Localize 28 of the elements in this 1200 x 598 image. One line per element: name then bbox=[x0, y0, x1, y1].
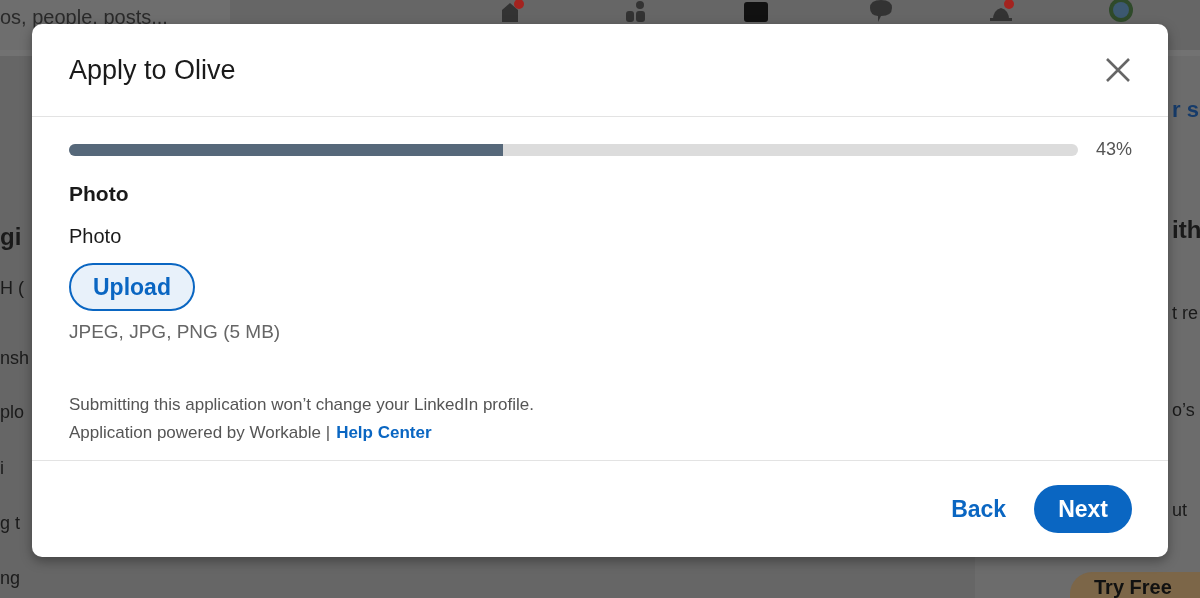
file-hint: JPEG, JPG, PNG (5 MB) bbox=[69, 321, 281, 343]
upload-button[interactable]: Upload bbox=[69, 263, 195, 311]
next-button[interactable]: Next bbox=[1034, 485, 1132, 533]
back-button[interactable]: Back bbox=[947, 485, 1011, 533]
page-text: ut bbox=[1172, 499, 1187, 522]
progress-percent: 43% bbox=[1095, 139, 1132, 160]
chat-icon[interactable] bbox=[868, 0, 894, 22]
help-center-link[interactable]: Help Center bbox=[336, 423, 432, 443]
field-label: Photo bbox=[69, 225, 122, 248]
section-title: Photo bbox=[69, 182, 129, 206]
page-text: plo bbox=[0, 401, 26, 424]
bell-icon[interactable] bbox=[988, 0, 1014, 22]
page-text: ng bbox=[0, 567, 22, 590]
powered-by-text: Application powered by Workable | bbox=[69, 423, 331, 443]
promo-button[interactable]: Try Free bbox=[1070, 572, 1200, 598]
page-text: H ( bbox=[0, 277, 25, 300]
page-text: r s bbox=[1172, 97, 1199, 123]
page-text: i bbox=[0, 457, 5, 480]
notice-text: Submitting this application won’t change your LinkedIn profile. bbox=[69, 395, 534, 415]
page-text: t re bbox=[1172, 302, 1198, 325]
page-text: ith bbox=[1172, 215, 1200, 245]
avatar-icon[interactable] bbox=[1108, 0, 1134, 22]
page-text: nsh bbox=[0, 347, 31, 370]
close-icon[interactable] bbox=[1104, 56, 1132, 84]
page-text: o’s bbox=[1172, 399, 1195, 422]
page-text: gi bbox=[0, 222, 23, 252]
page-text: g t bbox=[0, 512, 21, 535]
dialog-title: Apply to Olive bbox=[69, 54, 236, 86]
